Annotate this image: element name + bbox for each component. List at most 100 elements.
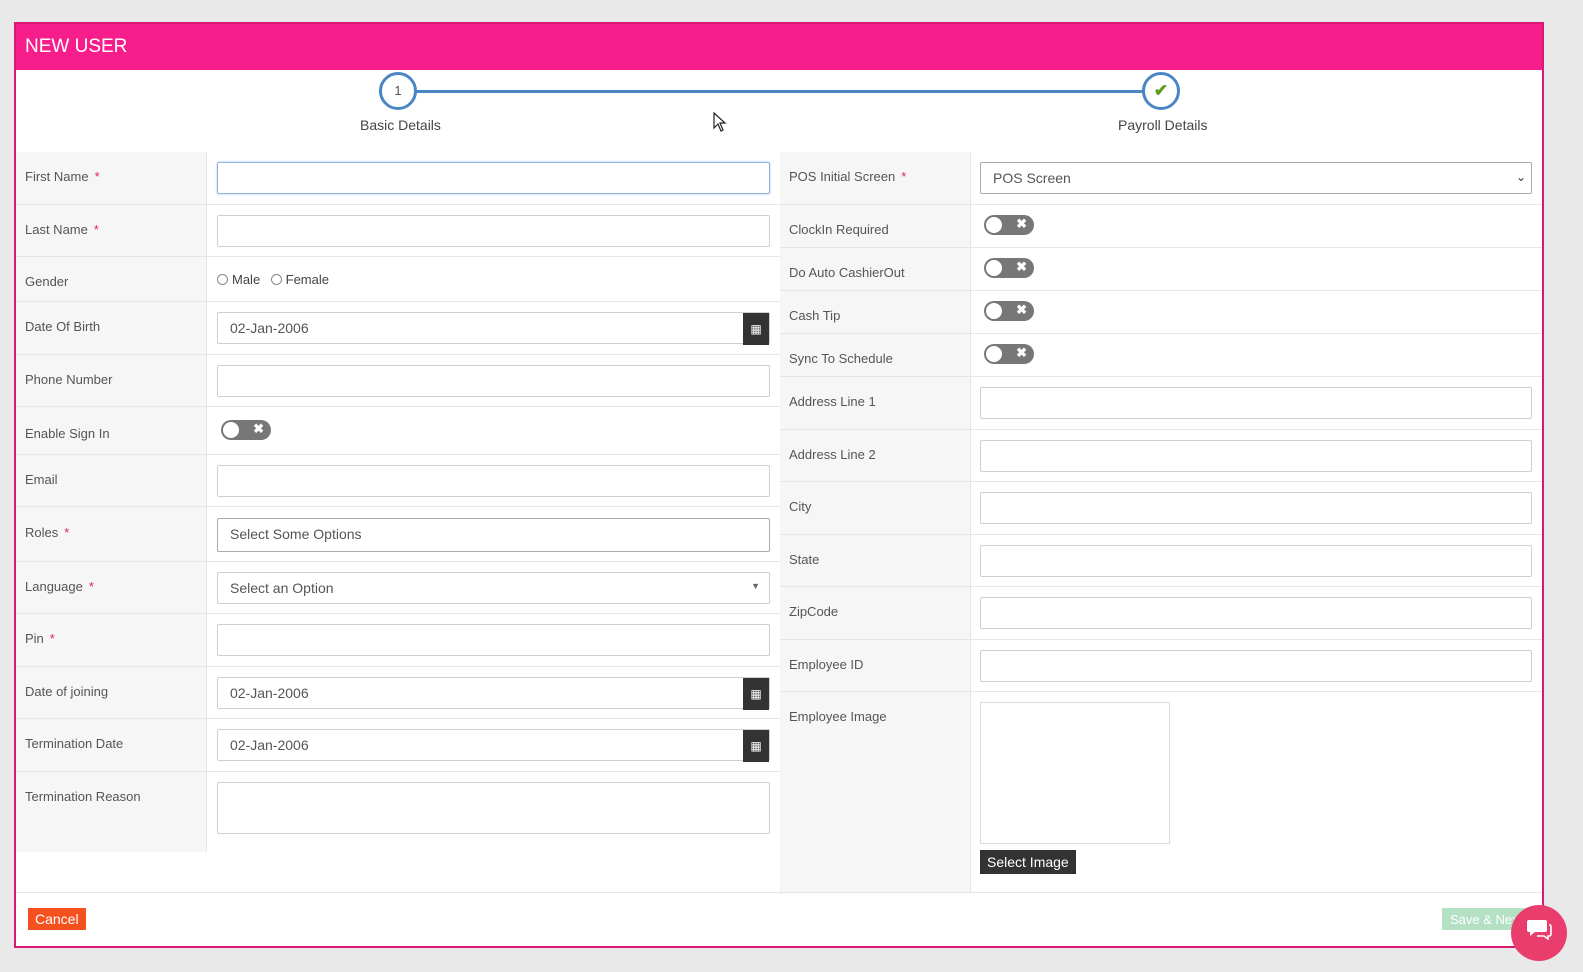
- x-icon: ✖: [1016, 259, 1027, 274]
- phone-input[interactable]: [217, 365, 770, 397]
- x-icon: ✖: [1016, 345, 1027, 360]
- calendar-icon[interactable]: ▦: [743, 313, 769, 345]
- first-name-input[interactable]: [217, 162, 770, 194]
- address1-label: Address Line 1: [780, 377, 971, 429]
- state-label: State: [780, 535, 971, 586]
- cash-tip-toggle[interactable]: ✖: [984, 301, 1034, 321]
- joining-label: Date of joining: [16, 667, 207, 718]
- clockin-row: ClockIn Required ✖: [780, 205, 1542, 248]
- step-1-label[interactable]: Basic Details: [360, 117, 441, 133]
- roles-multiselect[interactable]: Select Some Options: [217, 518, 770, 552]
- chat-icon[interactable]: [1511, 905, 1567, 961]
- termination-reason-textarea[interactable]: [217, 782, 770, 834]
- stepper-line: [413, 90, 1176, 93]
- language-placeholder: Select an Option: [230, 580, 334, 596]
- clockin-toggle[interactable]: ✖: [984, 215, 1034, 235]
- joining-value: 02-Jan-2006: [230, 685, 309, 701]
- language-label: Language *: [16, 562, 207, 613]
- enable-sign-in-toggle[interactable]: ✖: [221, 420, 271, 440]
- joining-row: Date of joining 02-Jan-2006 ▦: [16, 667, 780, 719]
- step-2-circle[interactable]: ✔: [1142, 72, 1180, 110]
- termination-input[interactable]: 02-Jan-2006 ▦: [217, 729, 770, 762]
- last-name-input[interactable]: [217, 215, 770, 247]
- employee-id-input[interactable]: [980, 650, 1532, 682]
- x-icon: ✖: [253, 421, 264, 436]
- email-label: Email: [16, 455, 207, 506]
- joining-input[interactable]: 02-Jan-2006 ▦: [217, 677, 770, 710]
- address2-input[interactable]: [980, 440, 1532, 472]
- city-row: City: [780, 482, 1542, 535]
- roles-label: Roles *: [16, 507, 207, 561]
- calendar-icon[interactable]: ▦: [743, 678, 769, 710]
- x-icon: ✖: [1016, 302, 1027, 317]
- new-user-modal: NEW USER 1 ✔ Basic Details Payroll Detai…: [14, 22, 1544, 948]
- termination-label: Termination Date: [16, 719, 207, 771]
- modal-title: NEW USER: [16, 24, 1542, 70]
- termination-row: Termination Date 02-Jan-2006 ▦: [16, 719, 780, 772]
- stepper: 1 ✔ Basic Details Payroll Details: [16, 70, 1542, 152]
- pos-screen-row: POS Initial Screen * POS Screen ⌄: [780, 152, 1542, 205]
- step-1-number: 1: [394, 83, 402, 98]
- calendar-icon[interactable]: ▦: [743, 730, 769, 762]
- termination-value: 02-Jan-2006: [230, 737, 309, 753]
- pin-input[interactable]: [217, 624, 770, 656]
- employee-image-preview: [980, 702, 1170, 844]
- female-radio[interactable]: [270, 274, 282, 285]
- address2-label: Address Line 2: [780, 430, 971, 481]
- pin-label: Pin *: [16, 614, 207, 666]
- male-label[interactable]: Male: [232, 272, 260, 287]
- x-icon: ✖: [1016, 216, 1027, 231]
- last-name-row: Last Name *: [16, 205, 780, 257]
- cash-tip-row: Cash Tip ✖: [780, 291, 1542, 334]
- pos-screen-value: POS Screen: [993, 170, 1071, 186]
- pin-row: Pin *: [16, 614, 780, 667]
- auto-cashier-toggle[interactable]: ✖: [984, 258, 1034, 278]
- step-2-label[interactable]: Payroll Details: [1118, 117, 1207, 133]
- phone-label: Phone Number: [16, 355, 207, 406]
- state-input[interactable]: [980, 545, 1532, 577]
- check-icon: ✔: [1153, 81, 1169, 100]
- email-input[interactable]: [217, 465, 770, 497]
- pos-screen-label: POS Initial Screen *: [780, 152, 971, 204]
- city-label: City: [780, 482, 971, 534]
- roles-row: Roles * Select Some Options: [16, 507, 780, 562]
- employee-id-label: Employee ID: [780, 640, 971, 691]
- chevron-down-icon: ⌄: [1515, 170, 1526, 184]
- address2-row: Address Line 2: [780, 430, 1542, 482]
- phone-row: Phone Number: [16, 355, 780, 407]
- language-row: Language * Select an Option ▼: [16, 562, 780, 614]
- pos-screen-select[interactable]: POS Screen ⌄: [980, 162, 1532, 194]
- zipcode-input[interactable]: [980, 597, 1532, 629]
- dob-label: Date Of Birth: [16, 302, 207, 354]
- female-label[interactable]: Female: [286, 272, 329, 287]
- dob-value: 02-Jan-2006: [230, 320, 309, 336]
- termination-reason-row: Termination Reason: [16, 772, 780, 852]
- sync-schedule-label: Sync To Schedule: [780, 334, 971, 376]
- gender-row: Gender Male Female: [16, 257, 780, 302]
- email-row: Email: [16, 455, 780, 507]
- first-name-row: First Name *: [16, 152, 780, 205]
- cash-tip-label: Cash Tip: [780, 291, 971, 333]
- employee-image-row: Employee Image Select Image: [780, 692, 1542, 892]
- caret-down-icon: ▼: [751, 581, 760, 591]
- sync-schedule-row: Sync To Schedule ✖: [780, 334, 1542, 377]
- language-select[interactable]: Select an Option ▼: [217, 572, 770, 604]
- address1-row: Address Line 1: [780, 377, 1542, 430]
- city-input[interactable]: [980, 492, 1532, 524]
- dob-row: Date Of Birth 02-Jan-2006 ▦: [16, 302, 780, 355]
- auto-cashier-row: Do Auto CashierOut ✖: [780, 248, 1542, 291]
- select-image-button[interactable]: Select Image: [980, 850, 1076, 874]
- gender-options: Male Female: [217, 271, 770, 289]
- zipcode-label: ZipCode: [780, 587, 971, 639]
- last-name-label: Last Name *: [16, 205, 207, 256]
- sync-schedule-toggle[interactable]: ✖: [984, 344, 1034, 364]
- address1-input[interactable]: [980, 387, 1532, 419]
- zipcode-row: ZipCode: [780, 587, 1542, 640]
- male-radio[interactable]: [217, 274, 228, 285]
- dob-input[interactable]: 02-Jan-2006 ▦: [217, 312, 770, 345]
- termination-reason-label: Termination Reason: [16, 772, 207, 852]
- step-1-circle[interactable]: 1: [379, 72, 417, 110]
- cancel-button[interactable]: Cancel: [28, 908, 86, 930]
- first-name-label: First Name *: [16, 152, 207, 204]
- clockin-label: ClockIn Required: [780, 205, 971, 247]
